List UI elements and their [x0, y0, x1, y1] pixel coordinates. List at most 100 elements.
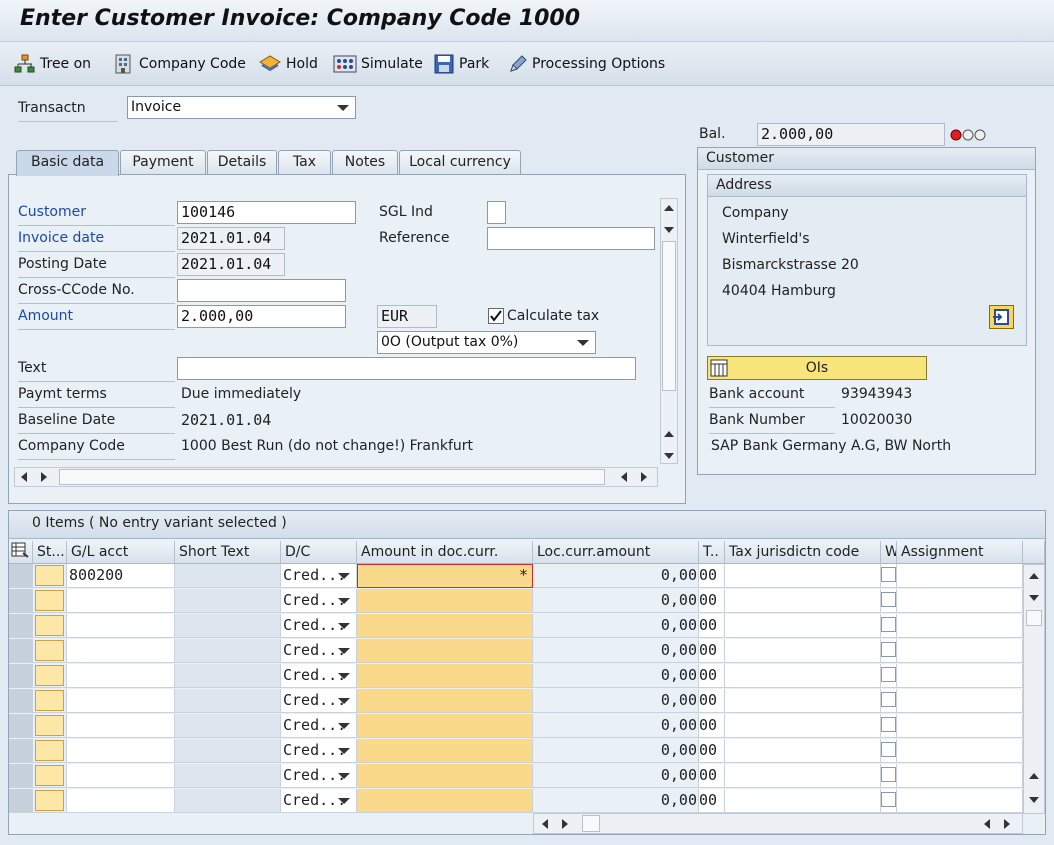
- table-row[interactable]: Cred... 0,00 00: [9, 689, 1023, 714]
- row-selector[interactable]: [9, 614, 33, 638]
- tab-details[interactable]: Details: [207, 150, 277, 175]
- gl-acct-cell[interactable]: [67, 689, 175, 713]
- assignment-cell[interactable]: [897, 564, 1023, 588]
- amount-doc-cell[interactable]: [357, 614, 533, 638]
- park-button[interactable]: Park: [433, 42, 489, 86]
- scroll-left-icon[interactable]: [621, 472, 627, 482]
- chevron-down-icon[interactable]: [338, 573, 350, 579]
- transaction-select[interactable]: Invoice: [127, 96, 356, 119]
- status-button[interactable]: [35, 590, 64, 611]
- scroll-right-icon[interactable]: [1004, 819, 1010, 829]
- scroll-left-icon[interactable]: [542, 819, 548, 829]
- scroll-right-icon[interactable]: [641, 472, 647, 482]
- row-selector[interactable]: [9, 789, 33, 813]
- gl-acct-cell[interactable]: [67, 714, 175, 738]
- tax-code-cell[interactable]: 00: [699, 739, 725, 763]
- status-cell[interactable]: [33, 664, 67, 688]
- calculate-tax-checkbox[interactable]: Calculate tax: [488, 308, 599, 324]
- tax-jurisdiction-cell[interactable]: [725, 639, 881, 663]
- scroll-right-icon[interactable]: [41, 472, 47, 482]
- row-selector[interactable]: [9, 564, 33, 588]
- tax-code-cell[interactable]: 00: [699, 689, 725, 713]
- dc-cell[interactable]: Cred...: [281, 789, 357, 813]
- column-header-tax-jurisdiction[interactable]: Tax jurisdictn code: [725, 541, 881, 564]
- column-header-loc-amount[interactable]: Loc.curr.amount: [533, 541, 699, 564]
- tax-code-cell[interactable]: 00: [699, 764, 725, 788]
- status-button[interactable]: [35, 615, 64, 636]
- table-horizontal-scrollbar[interactable]: [533, 813, 1023, 834]
- dc-cell[interactable]: Cred...: [281, 639, 357, 663]
- tax-jurisdiction-cell[interactable]: [725, 739, 881, 763]
- tab-local-currency[interactable]: Local currency: [399, 150, 521, 175]
- status-cell[interactable]: [33, 764, 67, 788]
- amount-doc-cell[interactable]: [357, 689, 533, 713]
- sgl-ind-field[interactable]: [487, 201, 506, 224]
- row-selector[interactable]: [9, 739, 33, 763]
- tax-jurisdiction-cell[interactable]: [725, 689, 881, 713]
- chevron-down-icon[interactable]: [338, 623, 350, 629]
- short-text-cell[interactable]: [175, 639, 281, 663]
- status-cell[interactable]: [33, 614, 67, 638]
- gl-acct-cell[interactable]: [67, 789, 175, 813]
- short-text-cell[interactable]: [175, 714, 281, 738]
- scroll-down-icon[interactable]: [1029, 595, 1039, 601]
- assignment-cell[interactable]: [897, 664, 1023, 688]
- w-cell[interactable]: [881, 639, 897, 663]
- tax-jurisdiction-cell[interactable]: [725, 764, 881, 788]
- assignment-cell[interactable]: [897, 764, 1023, 788]
- scroll-left-icon[interactable]: [984, 819, 990, 829]
- posting-date-field[interactable]: 2021.01.04: [177, 253, 285, 276]
- column-header-status[interactable]: St...: [33, 541, 67, 564]
- w-checkbox[interactable]: [881, 692, 896, 707]
- customer-field[interactable]: 100146: [177, 201, 356, 224]
- chevron-down-icon[interactable]: [338, 723, 350, 729]
- table-row[interactable]: Cred... 0,00 00: [9, 789, 1023, 814]
- status-cell[interactable]: [33, 589, 67, 613]
- row-selector[interactable]: [9, 664, 33, 688]
- gl-acct-cell[interactable]: [67, 639, 175, 663]
- status-button[interactable]: [35, 790, 64, 811]
- scroll-up-icon[interactable]: [664, 205, 674, 211]
- short-text-cell[interactable]: [175, 564, 281, 588]
- row-selector[interactable]: [9, 714, 33, 738]
- scroll-down-icon[interactable]: [664, 453, 674, 459]
- row-selector[interactable]: [9, 639, 33, 663]
- ois-button[interactable]: OIs: [707, 356, 927, 380]
- dc-cell[interactable]: Cred...: [281, 689, 357, 713]
- tab-basic-data[interactable]: Basic data: [16, 150, 119, 176]
- status-cell[interactable]: [33, 714, 67, 738]
- column-header-short-text[interactable]: Short Text: [175, 541, 281, 564]
- amount-doc-cell[interactable]: [357, 664, 533, 688]
- tab-payment[interactable]: Payment: [120, 150, 206, 175]
- invoice-date-field[interactable]: 2021.01.04: [177, 227, 285, 250]
- scroll-left-icon[interactable]: [21, 472, 27, 482]
- tax-code-cell[interactable]: 00: [699, 614, 725, 638]
- short-text-cell[interactable]: [175, 739, 281, 763]
- chevron-down-icon[interactable]: [338, 698, 350, 704]
- w-checkbox[interactable]: [881, 642, 896, 657]
- tax-code-cell[interactable]: 00: [699, 789, 725, 813]
- tax-code-cell[interactable]: 00: [699, 589, 725, 613]
- tab-notes[interactable]: Notes: [332, 150, 398, 175]
- table-row[interactable]: Cred... 0,00 00: [9, 739, 1023, 764]
- w-checkbox[interactable]: [881, 767, 896, 782]
- amount-doc-cell[interactable]: [357, 639, 533, 663]
- status-button[interactable]: [35, 665, 64, 686]
- dc-cell[interactable]: Cred...: [281, 714, 357, 738]
- assignment-cell[interactable]: [897, 789, 1023, 813]
- amount-doc-cell[interactable]: [357, 714, 533, 738]
- w-cell[interactable]: [881, 664, 897, 688]
- status-button[interactable]: [35, 565, 64, 586]
- w-cell[interactable]: [881, 589, 897, 613]
- address-details-button[interactable]: [989, 305, 1014, 329]
- table-row[interactable]: Cred... 0,00 00: [9, 764, 1023, 789]
- tax-jurisdiction-cell[interactable]: [725, 664, 881, 688]
- w-cell[interactable]: [881, 564, 897, 588]
- table-row[interactable]: Cred... 0,00 00: [9, 664, 1023, 689]
- currency-field[interactable]: EUR: [377, 305, 437, 328]
- row-selector[interactable]: [9, 764, 33, 788]
- amount-doc-cell[interactable]: *: [357, 564, 533, 588]
- text-field[interactable]: [177, 357, 636, 380]
- status-button[interactable]: [35, 715, 64, 736]
- assignment-cell[interactable]: [897, 689, 1023, 713]
